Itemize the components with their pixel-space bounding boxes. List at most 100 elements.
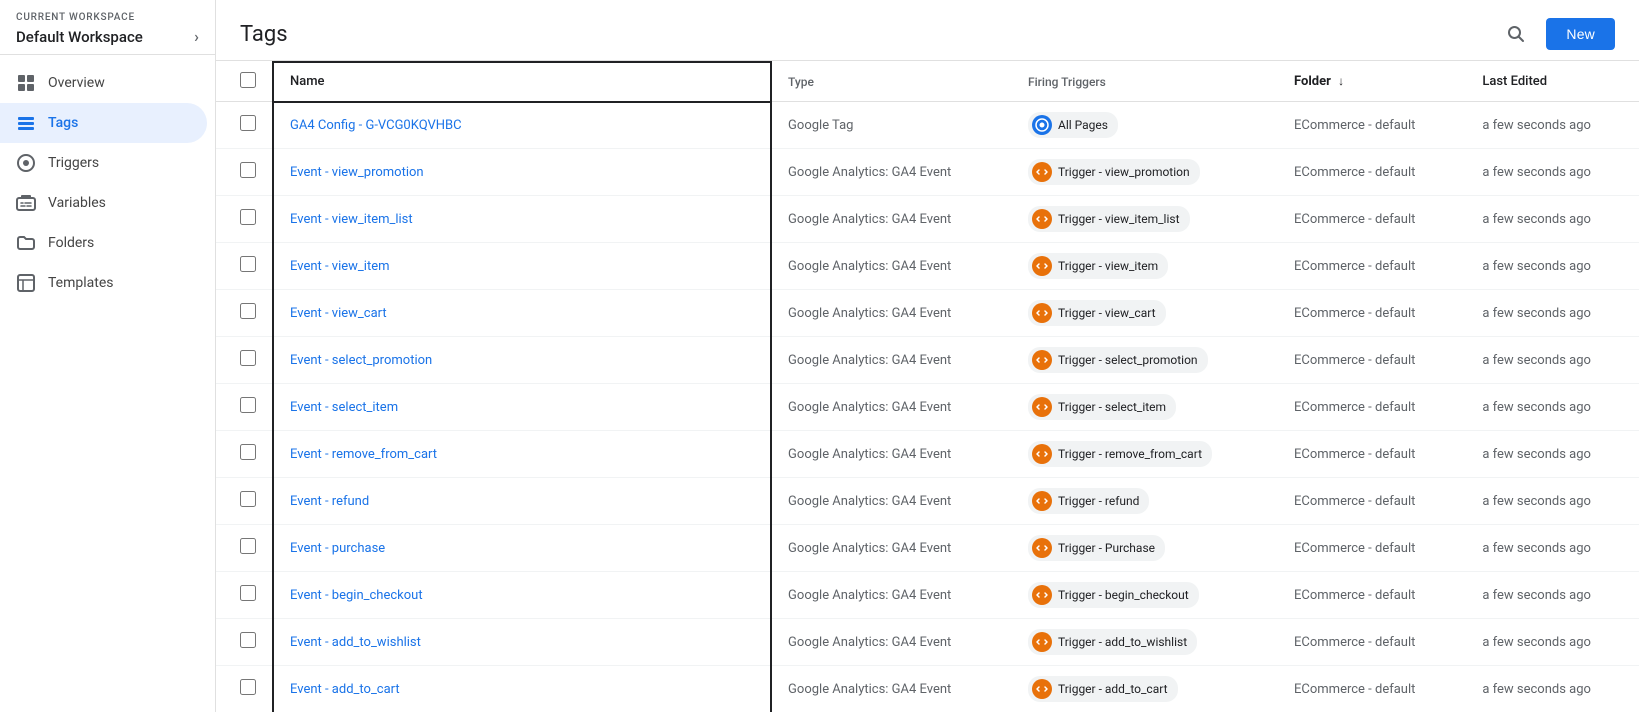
tag-name-link[interactable]: Event - select_item — [290, 400, 398, 415]
trigger-icon — [1032, 632, 1052, 652]
sidebar-item-overview[interactable]: Overview — [0, 63, 207, 103]
tag-name-link[interactable]: Event - view_item — [290, 259, 390, 274]
new-button[interactable]: New — [1546, 18, 1615, 50]
tag-name-link[interactable]: Event - view_item_list — [290, 212, 413, 227]
trigger-badge[interactable]: Trigger - select_promotion — [1028, 347, 1208, 373]
workspace-label: CURRENT WORKSPACE — [16, 12, 199, 23]
row-checkbox[interactable] — [240, 538, 256, 554]
col-header-name[interactable]: Name — [273, 62, 771, 102]
trigger-icon — [1032, 491, 1052, 511]
row-checkbox[interactable] — [240, 444, 256, 460]
trigger-badge[interactable]: Trigger - add_to_wishlist — [1028, 629, 1197, 655]
trigger-badge[interactable]: Trigger - view_item — [1028, 253, 1168, 279]
trigger-badge[interactable]: Trigger - add_to_cart — [1028, 676, 1178, 702]
tag-name-link[interactable]: Event - remove_from_cart — [290, 447, 437, 462]
tag-name-link[interactable]: Event - begin_checkout — [290, 588, 423, 603]
row-last-edited-cell: a few seconds ago — [1466, 384, 1639, 431]
trigger-badge[interactable]: Trigger - remove_from_cart — [1028, 441, 1212, 467]
row-checkbox-cell[interactable] — [216, 149, 273, 196]
row-checkbox[interactable] — [240, 397, 256, 413]
workspace-name-button[interactable]: Default Workspace › — [16, 27, 199, 46]
tag-name-link[interactable]: Event - refund — [290, 494, 369, 509]
row-trigger-cell: Trigger - refund — [1012, 478, 1278, 525]
row-checkbox[interactable] — [240, 350, 256, 366]
trigger-badge[interactable]: Trigger - view_cart — [1028, 300, 1166, 326]
trigger-badge[interactable]: Trigger - refund — [1028, 488, 1149, 514]
tag-name-link[interactable]: Event - add_to_cart — [290, 682, 400, 697]
table-row: Event - view_itemGoogle Analytics: GA4 E… — [216, 243, 1639, 290]
trigger-badge[interactable]: Trigger - Purchase — [1028, 535, 1165, 561]
row-checkbox-cell[interactable] — [216, 102, 273, 149]
table-row: Event - remove_from_cartGoogle Analytics… — [216, 431, 1639, 478]
sidebar-item-variables[interactable]: Variables — [0, 183, 207, 223]
variables-icon — [16, 193, 36, 213]
row-name-cell: Event - remove_from_cart — [273, 431, 771, 478]
row-checkbox[interactable] — [240, 585, 256, 601]
row-checkbox-cell[interactable] — [216, 478, 273, 525]
search-button[interactable] — [1498, 16, 1534, 52]
row-checkbox[interactable] — [240, 115, 256, 131]
row-checkbox[interactable] — [240, 256, 256, 272]
trigger-icon — [1032, 303, 1052, 323]
row-checkbox-cell[interactable] — [216, 572, 273, 619]
trigger-badge[interactable]: Trigger - select_item — [1028, 394, 1176, 420]
row-folder-cell: ECommerce - default — [1278, 384, 1466, 431]
row-checkbox-cell[interactable] — [216, 337, 273, 384]
trigger-icon — [1032, 538, 1052, 558]
folders-icon — [16, 233, 36, 253]
row-folder-cell: ECommerce - default — [1278, 666, 1466, 712]
row-checkbox[interactable] — [240, 632, 256, 648]
sidebar-item-label-variables: Variables — [48, 195, 106, 211]
sidebar-item-folders[interactable]: Folders — [0, 223, 207, 263]
row-checkbox-cell[interactable] — [216, 243, 273, 290]
tag-name-link[interactable]: GA4 Config - G-VCG0KQVHBC — [290, 118, 462, 133]
row-checkbox-cell[interactable] — [216, 290, 273, 337]
row-checkbox[interactable] — [240, 303, 256, 319]
row-checkbox-cell[interactable] — [216, 619, 273, 666]
tags-icon — [16, 113, 36, 133]
row-name-cell: Event - view_item_list — [273, 196, 771, 243]
row-checkbox-cell[interactable] — [216, 666, 273, 712]
trigger-icon — [1032, 350, 1052, 370]
row-name-cell: Event - select_promotion — [273, 337, 771, 384]
tag-name-link[interactable]: Event - purchase — [290, 541, 385, 556]
tag-name-link[interactable]: Event - view_promotion — [290, 165, 424, 180]
select-all-checkbox[interactable] — [240, 72, 256, 88]
tag-name-link[interactable]: Event - add_to_wishlist — [290, 635, 421, 650]
tag-name-link[interactable]: Event - select_promotion — [290, 353, 432, 368]
trigger-badge[interactable]: Trigger - view_item_list — [1028, 206, 1190, 232]
row-checkbox[interactable] — [240, 209, 256, 225]
trigger-badge[interactable]: Trigger - view_promotion — [1028, 159, 1200, 185]
col-header-type: Type — [771, 62, 1012, 102]
row-last-edited-cell: a few seconds ago — [1466, 525, 1639, 572]
row-trigger-cell: Trigger - add_to_wishlist — [1012, 619, 1278, 666]
trigger-icon — [1032, 115, 1052, 135]
trigger-badge-text: All Pages — [1058, 118, 1108, 132]
row-folder-cell: ECommerce - default — [1278, 525, 1466, 572]
row-checkbox-cell[interactable] — [216, 384, 273, 431]
trigger-badge-text: Trigger - select_promotion — [1058, 353, 1198, 367]
select-all-checkbox-header[interactable] — [216, 62, 273, 102]
tag-name-link[interactable]: Event - view_cart — [290, 306, 387, 321]
sidebar-item-label-triggers: Triggers — [48, 155, 99, 171]
row-checkbox[interactable] — [240, 162, 256, 178]
sidebar-item-label-overview: Overview — [48, 75, 105, 91]
sidebar-item-tags[interactable]: Tags — [0, 103, 207, 143]
table-row: Event - add_to_cartGoogle Analytics: GA4… — [216, 666, 1639, 712]
row-checkbox[interactable] — [240, 491, 256, 507]
trigger-badge[interactable]: Trigger - begin_checkout — [1028, 582, 1199, 608]
row-last-edited-cell: a few seconds ago — [1466, 431, 1639, 478]
row-checkbox-cell[interactable] — [216, 196, 273, 243]
trigger-badge[interactable]: All Pages — [1028, 112, 1118, 138]
sidebar-item-triggers[interactable]: Triggers — [0, 143, 207, 183]
tags-table: Name Type Firing Triggers Folder ↓ Last … — [216, 61, 1639, 712]
row-trigger-cell: Trigger - view_item_list — [1012, 196, 1278, 243]
row-checkbox[interactable] — [240, 679, 256, 695]
main-header: Tags New — [216, 0, 1639, 61]
row-checkbox-cell[interactable] — [216, 525, 273, 572]
row-checkbox-cell[interactable] — [216, 431, 273, 478]
col-header-folder[interactable]: Folder ↓ — [1278, 62, 1466, 102]
sidebar-item-templates[interactable]: Templates — [0, 263, 207, 303]
row-trigger-cell: Trigger - select_item — [1012, 384, 1278, 431]
row-name-cell: Event - view_promotion — [273, 149, 771, 196]
